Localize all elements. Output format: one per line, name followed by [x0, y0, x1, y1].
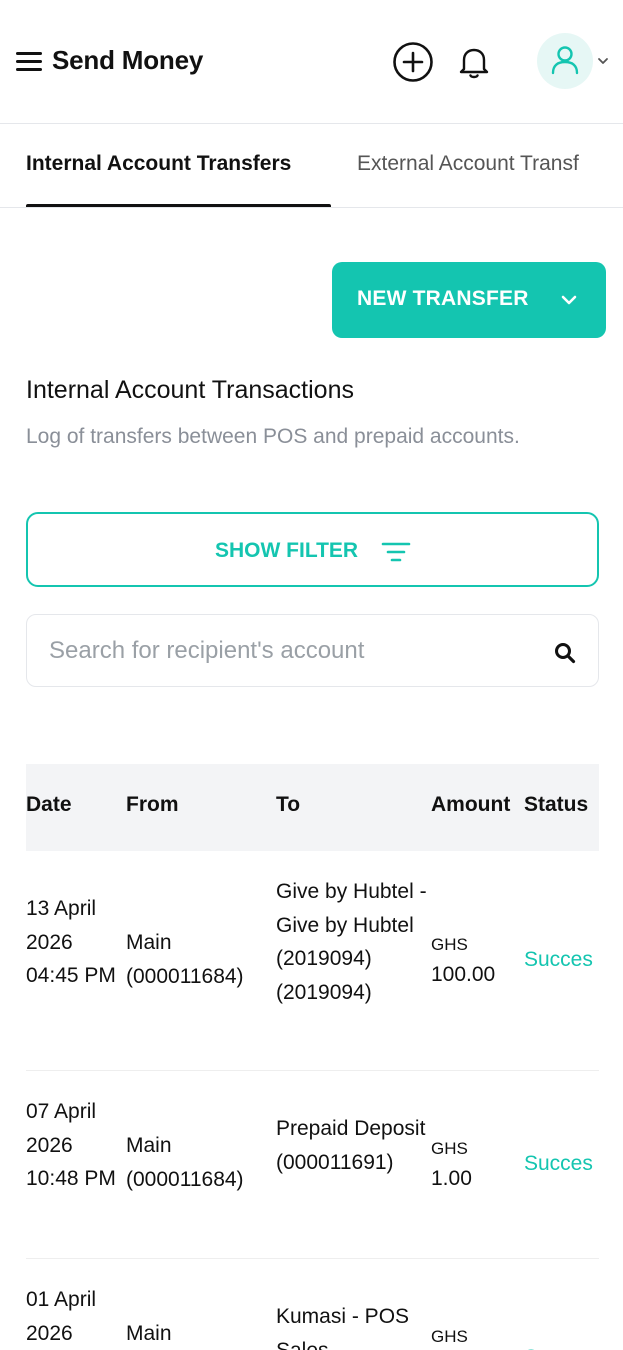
table-header: Date From To Amount Status [26, 764, 599, 851]
column-header-date: Date [26, 793, 72, 816]
cell-to: Prepaid Deposit (000011691) [276, 1117, 426, 1174]
chevron-down-icon [561, 295, 577, 305]
cell-from: Main (000011684) [126, 931, 244, 988]
user-icon [551, 46, 579, 75]
profile-menu[interactable] [537, 33, 613, 91]
menu-icon[interactable] [16, 50, 42, 74]
bell-icon[interactable] [456, 43, 492, 81]
new-transfer-button[interactable]: NEW TRANSFER [332, 262, 606, 338]
status-badge: Succes [524, 1341, 599, 1350]
show-filter-button[interactable]: SHOW FILTER [26, 512, 599, 587]
tab-external-account-transfers[interactable]: External Account Transf [357, 152, 579, 176]
section-description: Log of transfers between POS and prepaid… [26, 425, 520, 448]
cell-date: 13 April 2026 04:45 PM [26, 897, 116, 988]
status-badge: Succes [524, 1152, 593, 1175]
column-header-status: Status [524, 793, 589, 816]
amount-value: 100.00 [431, 963, 496, 986]
search-input[interactable] [49, 631, 519, 671]
cell-to: Kumasi - POS Sales [276, 1305, 410, 1350]
tab-internal-account-transfers[interactable]: Internal Account Transfers [26, 152, 291, 176]
chevron-down-icon [598, 58, 608, 64]
amount-value: 1.00 [431, 1167, 472, 1190]
table-row[interactable]: 07 April 2026 10:48 PM Main (000011684) … [26, 1071, 599, 1259]
filter-icon [381, 542, 411, 562]
amount-currency: GHS [431, 1139, 468, 1158]
cell-from: Main [126, 1322, 172, 1345]
avatar [537, 33, 593, 89]
app-header: Send Money [0, 0, 623, 124]
status-badge: Succes [524, 948, 593, 971]
search-icon[interactable] [554, 642, 576, 664]
amount-currency: GHS [431, 1327, 468, 1346]
active-tab-indicator [26, 204, 331, 207]
cell-amount: GHS 1.00 [431, 1135, 519, 1195]
table-row[interactable]: 13 April 2026 04:45 PM Main (000011684) … [26, 851, 599, 1071]
section-title: Internal Account Transactions [26, 376, 354, 404]
cell-amount: GHS 100.00 [431, 931, 519, 991]
show-filter-label: SHOW FILTER [215, 539, 359, 562]
plus-circle-icon[interactable] [392, 41, 434, 83]
tab-bar: Internal Account Transfers External Acco… [0, 124, 623, 208]
cell-date: 07 April 2026 10:48 PM [26, 1100, 116, 1191]
cell-to: Give by Hubtel - Give by Hubtel (2019094… [276, 880, 427, 1004]
search-box [26, 614, 599, 687]
column-header-amount: Amount [431, 793, 511, 816]
cell-date: 01 April 2026 [26, 1288, 97, 1345]
new-transfer-label: NEW TRANSFER [357, 287, 529, 310]
column-header-to: To [276, 793, 301, 816]
page-title: Send Money [52, 45, 204, 75]
amount-currency: GHS [431, 935, 468, 954]
cell-from: Main (000011684) [126, 1134, 244, 1191]
table-row[interactable]: 01 April 2026 Main Kumasi - POS Sales GH… [26, 1259, 599, 1350]
column-header-from: From [126, 793, 179, 816]
cell-amount: GHS [431, 1323, 519, 1350]
